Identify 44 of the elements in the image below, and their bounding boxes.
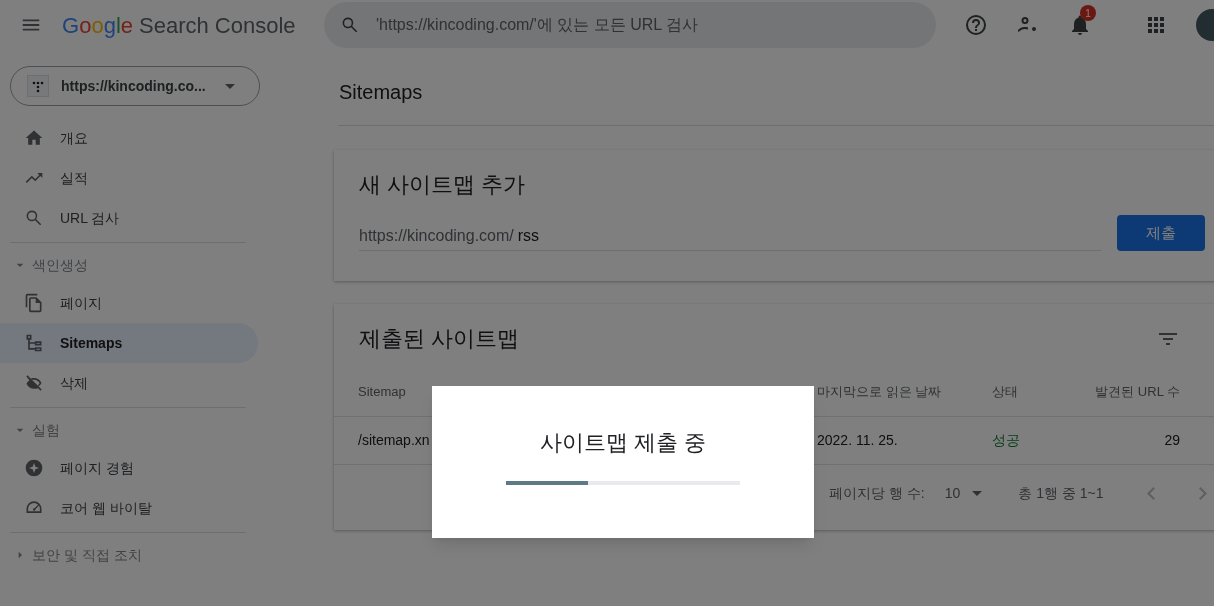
nav-item[interactable]: Sitemaps — [0, 323, 258, 363]
section-header[interactable]: 보안 및 직접 조치 — [0, 537, 334, 573]
home-icon — [24, 128, 44, 148]
column-header: 발견된 URL 수 — [1095, 383, 1180, 399]
table-cell: /sitemap.xn — [358, 432, 430, 448]
help-icon — [964, 13, 988, 37]
nav-item[interactable]: URL 검사 — [0, 198, 258, 238]
sitemap-icon — [24, 333, 44, 353]
section-header[interactable]: 색인생성 — [0, 247, 334, 283]
submit-button[interactable]: 제출 — [1117, 215, 1205, 251]
pages-icon — [24, 293, 44, 313]
search-field[interactable]: 'https://kincoding.com/'에 있는 모든 URL 검사 — [324, 2, 936, 48]
dialog-title: 사이트맵 제출 중 — [539, 429, 707, 457]
section-header[interactable]: 실험 — [0, 412, 334, 448]
site-favicon — [27, 75, 49, 97]
column-header: 상태 — [992, 383, 1018, 399]
sitemap-url-field[interactable]: https://kincoding.com/ rss — [359, 221, 1101, 251]
google-logo: Google — [62, 11, 133, 40]
notification-badge: 1 — [1080, 5, 1096, 21]
page-range: 총 1행 중 1~1 — [1018, 483, 1104, 503]
search-icon — [24, 208, 44, 228]
product-name: Search Console — [139, 11, 296, 40]
table-cell: 성공 — [992, 432, 1020, 448]
hidden-eye-icon — [24, 373, 44, 393]
caret-icon — [972, 490, 983, 496]
nav-item[interactable]: 페이지 경험 — [0, 448, 258, 488]
nav-item[interactable]: 실적 — [0, 158, 258, 198]
next-page-icon — [1199, 486, 1208, 500]
rows-per-page-label: 페이지당 행 수: — [829, 483, 925, 503]
page-title: Sitemaps — [338, 80, 424, 105]
table-cell: 29 — [1164, 432, 1180, 448]
rows-per-page-select[interactable]: 10 — [944, 482, 983, 504]
search-icon — [340, 15, 360, 35]
nav-item[interactable]: 페이지 — [0, 283, 258, 323]
column-header: 마지막으로 읽은 날짜 — [817, 383, 942, 399]
caret-icon — [225, 83, 235, 89]
nav-item[interactable]: 개요 — [0, 118, 258, 158]
nav-item[interactable]: 삭제 — [0, 363, 258, 403]
previous-page-icon — [1147, 486, 1156, 500]
card-title: 새 사이트맵 추가 — [359, 171, 527, 199]
nav-item[interactable]: 코어 웹 바이탈 — [0, 488, 258, 528]
column-header: Sitemap — [358, 383, 406, 399]
table-cell: 2022. 11. 25. — [817, 432, 898, 448]
card-title: 제출된 사이트맵 — [359, 325, 520, 353]
